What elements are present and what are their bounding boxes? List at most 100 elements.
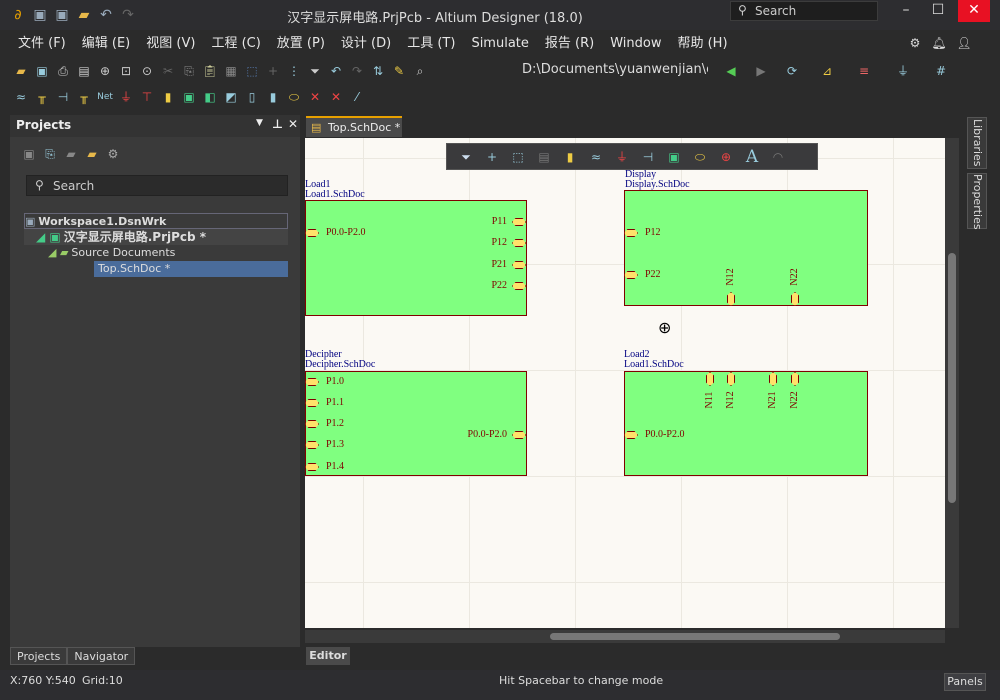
menu-item[interactable]: 设计 (D) — [333, 34, 399, 54]
select-icon[interactable]: ⋮ — [285, 62, 303, 80]
power-icon[interactable]: ⏚ — [894, 62, 912, 80]
tree-item[interactable]: ▣ Workspace1.DsnWrk — [24, 213, 288, 229]
menu-item[interactable]: 帮助 (H) — [669, 34, 735, 54]
close-button[interactable]: ✕ — [958, 0, 990, 22]
panels-button[interactable]: Panels — [944, 673, 986, 691]
hierarchy-icon[interactable]: ⇅ — [369, 62, 387, 80]
menu-item[interactable]: 文件 (F) — [10, 34, 74, 54]
measure-icon[interactable]: ⊿ — [818, 62, 836, 80]
gnd-icon[interactable]: ⏚ — [613, 148, 631, 166]
tab-navigator[interactable]: Navigator — [67, 647, 136, 665]
sheet-symbol-display[interactable] — [624, 190, 868, 306]
tab-libraries[interactable]: Libraries — [967, 117, 987, 169]
tab-properties[interactable]: Properties — [967, 173, 987, 230]
part-icon[interactable]: ▮ — [561, 148, 579, 166]
pin-icon[interactable]: ⊥ — [272, 117, 283, 131]
sheet-entry-icon[interactable]: ◧ — [201, 88, 219, 106]
horizontal-scrollbar[interactable] — [305, 630, 945, 643]
part-icon[interactable]: ▮ — [159, 88, 177, 106]
net-label-icon[interactable]: ⊣ — [639, 148, 657, 166]
align-icon[interactable]: ▤ — [535, 148, 553, 166]
save-icon[interactable]: ▣ — [33, 62, 51, 80]
arc-icon[interactable]: ◠ — [769, 148, 787, 166]
projects-search-input[interactable]: ⚲ Search — [26, 175, 288, 196]
text-icon[interactable]: A — [743, 148, 761, 166]
zoom-fit-icon[interactable]: ⊕ — [96, 62, 114, 80]
paste-icon[interactable]: 📋︎ — [201, 62, 219, 80]
bus-entry-icon[interactable]: ╥ — [33, 88, 51, 106]
forward-icon[interactable]: ▶ — [752, 62, 770, 80]
redo-icon[interactable]: ↷ — [348, 62, 366, 80]
tab-top-schdoc[interactable]: ▤ Top.SchDoc * — [306, 116, 402, 137]
harness-entry-icon[interactable]: ▮ — [264, 88, 282, 106]
sheet-symbol-icon[interactable]: ▣ — [180, 88, 198, 106]
gear-icon[interactable]: ⚙ — [906, 34, 924, 52]
rubber-stamp-icon[interactable]: ▦ — [222, 62, 240, 80]
horizontal-scroll-thumb[interactable] — [550, 633, 840, 640]
tab-editor[interactable]: Editor — [306, 647, 350, 665]
harness-icon[interactable]: ╥ — [75, 88, 93, 106]
line-icon[interactable]: ⁄ — [348, 88, 366, 106]
select-area-icon[interactable]: ⬚ — [243, 62, 261, 80]
sheet-filename[interactable]: Load1.SchDoc — [305, 190, 365, 200]
vcc-icon[interactable]: ⊤ — [138, 88, 156, 106]
harness-connector-icon[interactable]: ▯ — [243, 88, 261, 106]
select-icon[interactable]: ⬚ — [509, 148, 527, 166]
bus-icon[interactable]: ≈ — [12, 88, 30, 106]
vertical-scrollbar[interactable] — [945, 138, 959, 628]
user-icon[interactable]: 👤︎ — [955, 34, 973, 52]
menu-item[interactable]: 工具 (T) — [399, 34, 463, 54]
sheet-filename[interactable]: Load1.SchDoc — [624, 360, 684, 370]
save-icon[interactable]: ▣ — [20, 145, 38, 163]
sheet-filename[interactable]: Display.SchDoc — [625, 180, 690, 190]
grid-icon[interactable]: # — [932, 62, 950, 80]
directive-icon[interactable]: ⊕ — [717, 148, 735, 166]
filter-icon[interactable]: ⏷ — [457, 148, 475, 166]
maximize-button[interactable]: ☐ — [922, 0, 954, 22]
edit-icon[interactable]: ✎ — [390, 62, 408, 80]
print-icon[interactable]: ⎙ — [54, 62, 72, 80]
align-icon[interactable]: ≡ — [855, 62, 873, 80]
clear-filter-icon[interactable]: ⏷ — [306, 62, 324, 80]
minimize-button[interactable]: – — [890, 0, 922, 22]
gnd-icon[interactable]: ⏚ — [117, 88, 135, 106]
open-icon[interactable]: ▰ — [12, 62, 30, 80]
menu-item[interactable]: 编辑 (E) — [74, 34, 139, 54]
zoom-selected-icon[interactable]: ⊙ — [138, 62, 156, 80]
menu-item[interactable]: 放置 (P) — [269, 34, 333, 54]
netlabel-icon[interactable]: Net — [96, 88, 114, 106]
settings-icon[interactable]: ⚙ — [104, 145, 122, 163]
tab-projects[interactable]: Projects — [10, 647, 68, 665]
menu-item[interactable]: 视图 (V) — [138, 34, 203, 54]
panel-menu-icon[interactable]: ▼ — [256, 118, 263, 128]
copy-icon[interactable]: ⎘ — [180, 62, 198, 80]
compile-mask-icon[interactable]: ✕ — [327, 88, 345, 106]
cut-icon[interactable]: ✂ — [159, 62, 177, 80]
menu-item[interactable]: Simulate — [463, 34, 536, 54]
global-search-input[interactable]: ⚲ Search — [730, 1, 878, 21]
zoom-area-icon[interactable]: ⊡ — [117, 62, 135, 80]
refresh-icon[interactable]: ⟳ — [783, 62, 801, 80]
compile-icon[interactable]: ⎘ — [41, 145, 59, 163]
menu-item[interactable]: Window — [602, 34, 669, 54]
print-preview-icon[interactable]: ▤ — [75, 62, 93, 80]
menu-item[interactable]: 工程 (C) — [203, 34, 268, 54]
move-icon[interactable]: + — [483, 148, 501, 166]
folder-icon[interactable]: ▰ — [83, 145, 101, 163]
schematic-canvas[interactable]: Load1 Load1.SchDoc P0.0-P2.0 P11 P12 P21 P22 Di… — [305, 138, 945, 628]
document-path-combo[interactable]: D:\Documents\yuanwenjian\ch1 — [522, 62, 708, 77]
back-icon[interactable]: ◀ — [722, 62, 740, 80]
close-panel-icon[interactable]: ✕ — [288, 117, 298, 131]
browse-icon[interactable]: ⌕ — [411, 62, 429, 80]
port-icon[interactable]: ⬭ — [285, 88, 303, 106]
tree-item[interactable]: Top.SchDoc * — [94, 261, 288, 277]
sheet-symbol-icon[interactable]: ▣ — [665, 148, 683, 166]
port-icon[interactable]: ⬭ — [691, 148, 709, 166]
vertical-scroll-thumb[interactable] — [948, 253, 956, 503]
menu-item[interactable]: 报告 (R) — [537, 34, 602, 54]
net-label-icon[interactable]: ⊣ — [54, 88, 72, 106]
sheet-symbol-load2[interactable] — [624, 371, 868, 476]
wire-icon[interactable]: ≈ — [587, 148, 605, 166]
bell-icon[interactable]: 🔔︎ — [930, 34, 948, 52]
tree-item[interactable]: ◢ ▣ 汉字显示屏电路.PrjPcb * — [24, 229, 288, 245]
